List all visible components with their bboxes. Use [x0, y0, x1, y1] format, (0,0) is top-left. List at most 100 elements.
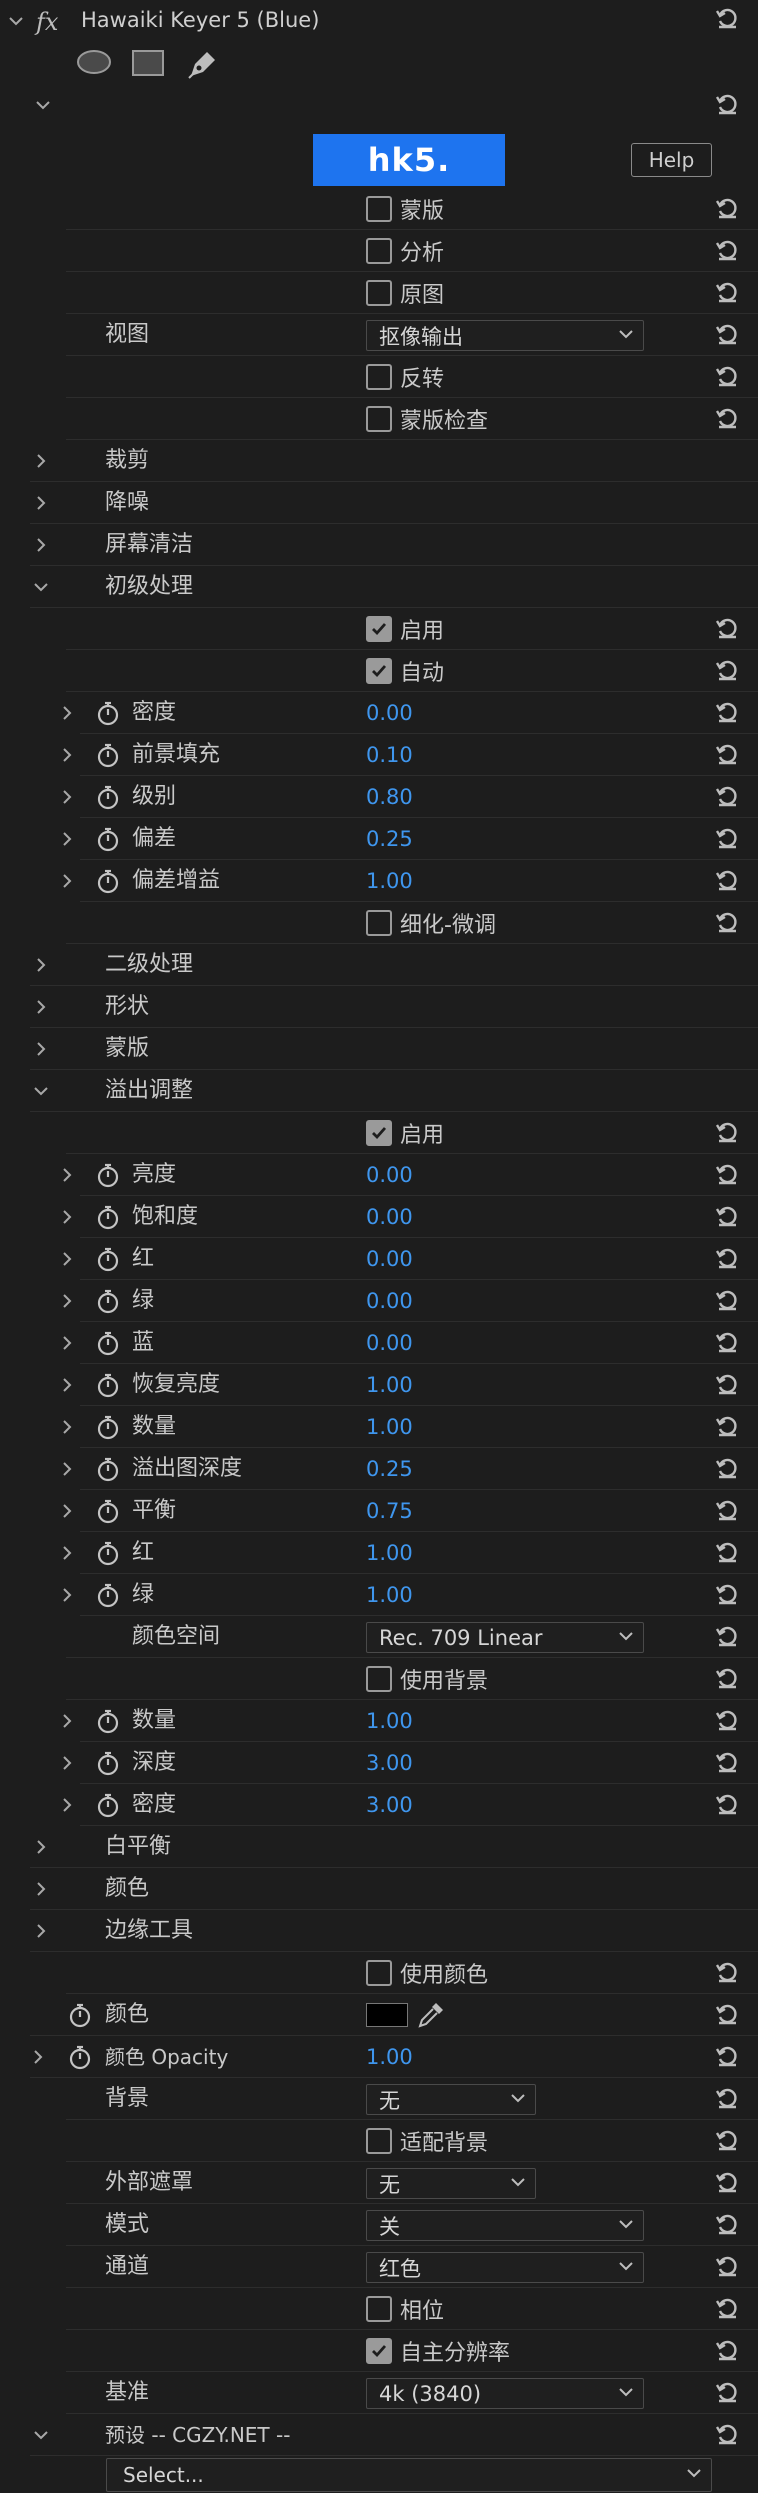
chevron-right-icon[interactable]	[31, 482, 51, 524]
reset-icon[interactable]	[713, 2042, 741, 2070]
chevron-right-icon[interactable]	[57, 1490, 77, 1532]
checkbox-control[interactable]: 启用	[366, 608, 444, 650]
chevron-right-icon[interactable]	[57, 1574, 77, 1616]
chevron-right-icon[interactable]	[57, 734, 77, 776]
checkbox-control[interactable]: 自动	[366, 650, 444, 692]
pen-mask-icon[interactable]	[185, 48, 219, 84]
reset-icon[interactable]	[713, 614, 741, 642]
dropdown-select[interactable]: 抠像输出	[366, 320, 644, 351]
reset-icon[interactable]	[713, 1958, 741, 1986]
plugin-group-header[interactable]	[0, 84, 758, 126]
param-value[interactable]: 1.00	[366, 1532, 413, 1574]
chevron-right-icon[interactable]	[31, 1028, 51, 1070]
stopwatch-icon[interactable]	[94, 1280, 122, 1322]
reset-icon[interactable]	[713, 2294, 741, 2322]
checkbox-control[interactable]: 蒙版检查	[366, 398, 488, 440]
row-section[interactable]: 蒙版	[0, 1028, 758, 1070]
reset-icon[interactable]	[713, 2252, 741, 2280]
chevron-right-icon[interactable]	[57, 860, 77, 902]
reset-icon[interactable]	[713, 908, 741, 936]
param-value[interactable]: 3.00	[366, 1742, 413, 1784]
checkbox-checked[interactable]	[366, 1120, 392, 1146]
reset-icon[interactable]	[713, 866, 741, 894]
row-section[interactable]: 屏幕清洁	[0, 524, 758, 566]
stopwatch-icon[interactable]	[94, 1322, 122, 1364]
checkbox-control[interactable]: 蒙版	[366, 188, 444, 230]
chevron-right-icon[interactable]	[31, 944, 51, 986]
param-value[interactable]: 1.00	[366, 1700, 413, 1742]
checkbox-unchecked[interactable]	[366, 1960, 392, 1986]
chevron-right-icon[interactable]	[31, 986, 51, 1028]
reset-icon[interactable]	[713, 1412, 741, 1440]
chevron-right-icon[interactable]	[57, 818, 77, 860]
stopwatch-icon[interactable]	[94, 1532, 122, 1574]
reset-icon[interactable]	[713, 194, 741, 222]
collapse-chevron-icon[interactable]	[33, 84, 53, 126]
reset-icon[interactable]	[713, 1664, 741, 1692]
param-value[interactable]: 0.10	[366, 734, 413, 776]
param-value[interactable]: 3.00	[366, 1784, 413, 1826]
effect-header[interactable]: fx Hawaiki Keyer 5 (Blue)	[0, 0, 758, 42]
stopwatch-icon[interactable]	[94, 818, 122, 860]
row-section[interactable]: 颜色	[0, 1868, 758, 1910]
checkbox-control[interactable]: 启用	[366, 1112, 444, 1154]
reset-icon[interactable]	[713, 404, 741, 432]
param-value[interactable]: 0.25	[366, 818, 413, 860]
preset-select[interactable]: Select...	[106, 2458, 712, 2492]
param-value[interactable]: 0.00	[366, 1280, 413, 1322]
checkbox-control[interactable]: 反转	[366, 356, 444, 398]
reset-icon[interactable]	[713, 2210, 741, 2238]
reset-icon[interactable]	[713, 1580, 741, 1608]
param-value[interactable]: 0.00	[366, 1322, 413, 1364]
chevron-right-icon[interactable]	[31, 1910, 51, 1952]
row-section[interactable]: 溢出调整	[0, 1070, 758, 1112]
color-swatch[interactable]	[366, 2003, 408, 2027]
checkbox-unchecked[interactable]	[366, 910, 392, 936]
reset-icon[interactable]	[713, 1202, 741, 1230]
stopwatch-icon[interactable]	[94, 1364, 122, 1406]
checkbox-unchecked[interactable]	[366, 196, 392, 222]
reset-icon[interactable]	[713, 1496, 741, 1524]
chevron-right-icon[interactable]	[57, 692, 77, 734]
reset-icon[interactable]	[713, 1370, 741, 1398]
reset-icon[interactable]	[713, 2336, 741, 2364]
stopwatch-icon[interactable]	[94, 1448, 122, 1490]
param-value[interactable]: 1.00	[366, 860, 413, 902]
chevron-right-icon[interactable]	[57, 1532, 77, 1574]
checkbox-unchecked[interactable]	[366, 406, 392, 432]
checkbox-control[interactable]: 自主分辨率	[366, 2330, 510, 2372]
row-section[interactable]: 初级处理	[0, 566, 758, 608]
checkbox-checked[interactable]	[366, 616, 392, 642]
checkbox-unchecked[interactable]	[366, 364, 392, 390]
reset-icon[interactable]	[713, 1748, 741, 1776]
row-section[interactable]: 降噪	[0, 482, 758, 524]
checkbox-unchecked[interactable]	[366, 2296, 392, 2322]
rectangle-mask-icon[interactable]	[131, 48, 165, 82]
param-value[interactable]: 1.00	[366, 1364, 413, 1406]
reset-icon[interactable]	[713, 1286, 741, 1314]
chevron-right-icon[interactable]	[31, 524, 51, 566]
chevron-right-icon[interactable]	[57, 1448, 77, 1490]
checkbox-control[interactable]: 原图	[366, 272, 444, 314]
stopwatch-icon[interactable]	[94, 1784, 122, 1826]
stopwatch-icon[interactable]	[94, 1490, 122, 1532]
stopwatch-icon[interactable]	[94, 1154, 122, 1196]
checkbox-unchecked[interactable]	[366, 280, 392, 306]
dropdown-select[interactable]: 无	[366, 2084, 536, 2115]
chevron-right-icon[interactable]	[57, 1364, 77, 1406]
reset-icon[interactable]	[713, 1118, 741, 1146]
reset-icon[interactable]	[713, 2420, 741, 2448]
stopwatch-icon[interactable]	[94, 734, 122, 776]
stopwatch-icon[interactable]	[94, 1742, 122, 1784]
chevron-down-icon[interactable]	[31, 1070, 51, 1112]
chevron-right-icon[interactable]	[57, 1196, 77, 1238]
stopwatch-icon[interactable]	[94, 776, 122, 818]
param-value[interactable]: 0.25	[366, 1448, 413, 1490]
param-value[interactable]: 1.00	[366, 1406, 413, 1448]
dropdown-select[interactable]: 关	[366, 2210, 644, 2241]
checkbox-checked[interactable]	[366, 2338, 392, 2364]
reset-icon[interactable]	[713, 2000, 741, 2028]
chevron-right-icon[interactable]	[57, 1700, 77, 1742]
reset-icon[interactable]	[713, 782, 741, 810]
checkbox-checked[interactable]	[366, 658, 392, 684]
